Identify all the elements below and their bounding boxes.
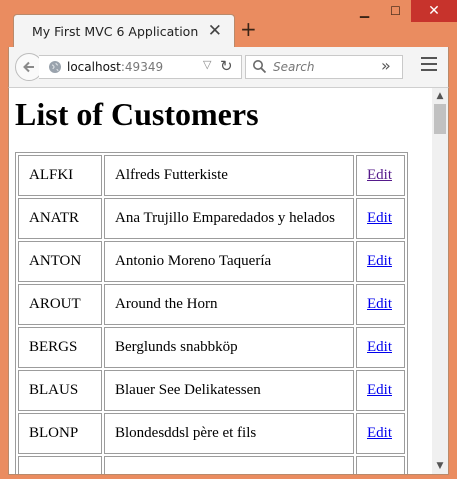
- action-cell: [356, 456, 405, 474]
- customer-name-cell: Alfreds Futterkiste: [104, 155, 354, 196]
- customer-id-cell: AROUT: [18, 284, 102, 325]
- customer-name-cell: Berglunds snabbköp: [104, 327, 354, 368]
- action-cell: Edit: [356, 241, 405, 282]
- table-row: BLONP Blondesddsl père et fils Edit: [18, 413, 405, 454]
- menu-line: [421, 57, 437, 59]
- customer-name-cell: [104, 456, 354, 474]
- tab-close-icon[interactable]: ✕: [208, 21, 222, 41]
- menu-line: [421, 69, 437, 71]
- action-cell: Edit: [356, 327, 405, 368]
- new-tab-button[interactable]: +: [240, 19, 257, 39]
- customer-id-cell: BLAUS: [18, 370, 102, 411]
- search-input[interactable]: Search: [245, 55, 403, 79]
- tab-title: My First MVC 6 Application: [32, 24, 199, 39]
- action-cell: Edit: [356, 155, 405, 196]
- customer-id-cell: ANATR: [18, 198, 102, 239]
- reload-icon[interactable]: ↻: [220, 57, 233, 75]
- edit-link[interactable]: Edit: [367, 382, 392, 398]
- customer-id-cell: BLONP: [18, 413, 102, 454]
- customer-id-cell: ALFKI: [18, 155, 102, 196]
- search-placeholder: Search: [273, 60, 315, 74]
- table-row: BERGS Berglunds snabbköp Edit: [18, 327, 405, 368]
- search-icon: [253, 60, 267, 74]
- minimize-button[interactable]: ▁: [349, 0, 380, 22]
- customer-name-cell: Blondesddsl père et fils: [104, 413, 354, 454]
- browser-window: ▁ ☐ ✕ My First MVC 6 Application ✕ + loc…: [0, 0, 457, 479]
- action-cell: Edit: [356, 413, 405, 454]
- url-text: localhost:49349: [67, 60, 163, 74]
- edit-link[interactable]: Edit: [367, 210, 392, 226]
- maximize-button[interactable]: ☐: [380, 0, 411, 22]
- customer-name-cell: Blauer See Delikatessen: [104, 370, 354, 411]
- scroll-down-icon[interactable]: ▼: [432, 458, 448, 474]
- globe-icon: [49, 61, 61, 73]
- hamburger-menu-icon[interactable]: [421, 57, 437, 75]
- action-cell: Edit: [356, 370, 405, 411]
- table-row: ALFKI Alfreds Futterkiste Edit: [18, 155, 405, 196]
- vertical-scrollbar[interactable]: ▲ ▼: [432, 88, 448, 474]
- window-controls: ▁ ☐ ✕: [349, 0, 457, 22]
- table-row: ANTON Antonio Moreno Taquería Edit: [18, 241, 405, 282]
- url-dropdown-icon[interactable]: ▽: [203, 58, 211, 71]
- customer-name-cell: Around the Horn: [104, 284, 354, 325]
- overflow-chevron-icon[interactable]: »: [381, 56, 391, 75]
- edit-link[interactable]: Edit: [367, 425, 392, 441]
- customer-id-cell: [18, 456, 102, 474]
- page-viewport: List of Customers ALFKI Alfreds Futterkis…: [8, 87, 449, 475]
- edit-link[interactable]: Edit: [367, 339, 392, 355]
- action-cell: Edit: [356, 198, 405, 239]
- url-host: localhost: [67, 60, 121, 74]
- scroll-up-icon[interactable]: ▲: [432, 88, 448, 104]
- edit-link[interactable]: Edit: [367, 253, 392, 269]
- table-row: AROUT Around the Horn Edit: [18, 284, 405, 325]
- url-bar[interactable]: localhost:49349 ▽ ↻: [39, 55, 242, 79]
- table-row: BLAUS Blauer See Delikatessen Edit: [18, 370, 405, 411]
- customer-id-cell: BERGS: [18, 327, 102, 368]
- url-port: :49349: [120, 60, 164, 74]
- menu-line: [421, 63, 437, 65]
- edit-link[interactable]: Edit: [367, 167, 392, 183]
- close-window-button[interactable]: ✕: [411, 0, 457, 22]
- browser-tab-active[interactable]: My First MVC 6 Application ✕: [13, 14, 235, 48]
- back-arrow-icon: [23, 61, 34, 73]
- scrollbar-thumb[interactable]: [434, 104, 446, 134]
- customer-name-cell: Ana Trujillo Emparedados y helados: [104, 198, 354, 239]
- table-row: [18, 456, 405, 474]
- customer-name-cell: Antonio Moreno Taquería: [104, 241, 354, 282]
- navigation-bar: localhost:49349 ▽ ↻ Search »: [8, 47, 449, 87]
- table-row: ANATR Ana Trujillo Emparedados y helados E…: [18, 198, 405, 239]
- customer-id-cell: ANTON: [18, 241, 102, 282]
- customers-table: ALFKI Alfreds Futterkiste Edit ANATR Ana Tru…: [15, 152, 408, 474]
- action-cell: Edit: [356, 284, 405, 325]
- edit-link[interactable]: Edit: [367, 296, 392, 312]
- page-content: List of Customers ALFKI Alfreds Futterkis…: [9, 88, 433, 474]
- page-title: List of Customers: [15, 96, 259, 132]
